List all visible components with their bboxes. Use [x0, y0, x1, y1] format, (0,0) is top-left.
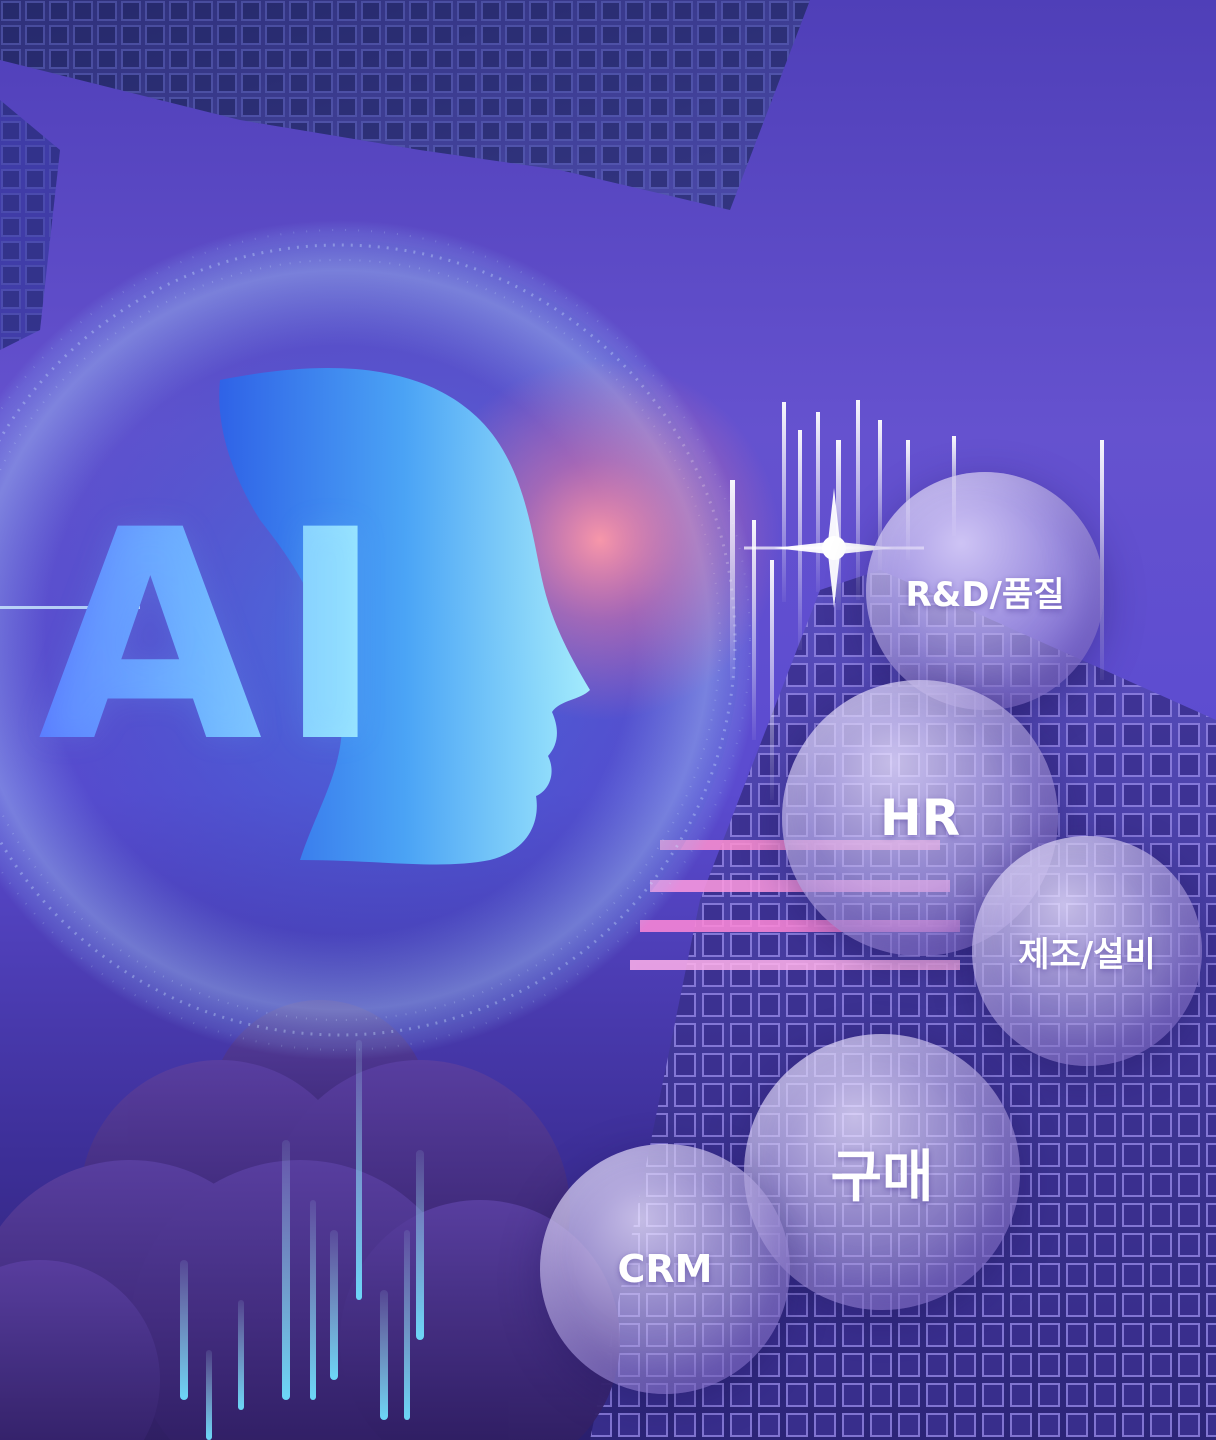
domain-label: 제조/설비	[1018, 934, 1156, 975]
domain-bubble-manufacturing: 제조/설비	[972, 836, 1202, 1066]
domain-label: R&D/품질	[905, 574, 1065, 615]
domain-bubble-rnd-quality: R&D/품질	[866, 472, 1104, 710]
domain-label: CRM	[617, 1247, 713, 1291]
domain-label: HR	[879, 789, 961, 847]
domain-label: 구매	[830, 1144, 934, 1210]
domain-bubble-crm: CRM	[540, 1144, 790, 1394]
ai-headline: AI	[38, 469, 399, 806]
hero-illustration: AI R&D/품질 HR 제조/설비 구매 CRM	[0, 0, 1216, 1440]
